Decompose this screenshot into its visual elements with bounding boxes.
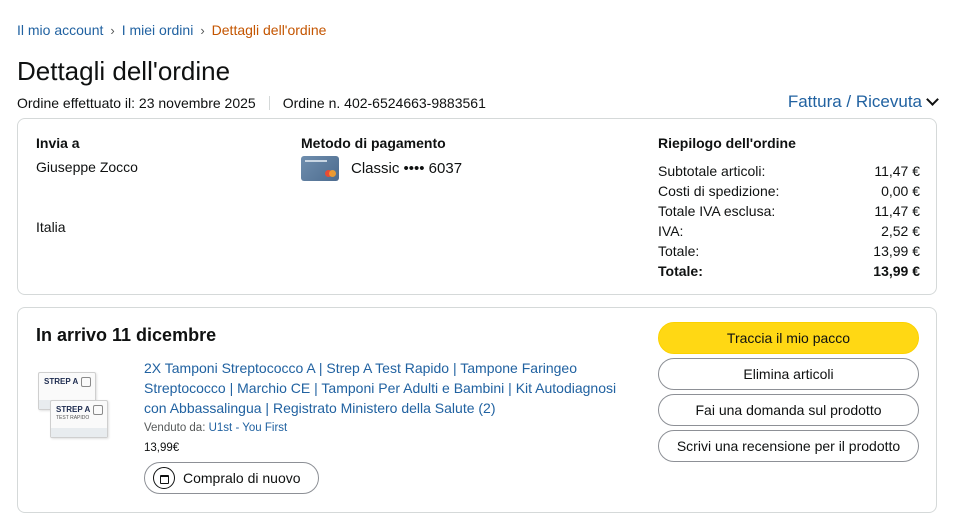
order-date: Ordine effettuato il: 23 novembre 2025 bbox=[17, 95, 256, 111]
summary-label: Totale IVA esclusa: bbox=[658, 203, 776, 219]
breadcrumb-orders-link[interactable]: I miei ordini bbox=[122, 22, 194, 38]
summary-row-subtotal: Subtotale articoli: 11,47 € bbox=[658, 163, 920, 179]
product-image[interactable]: STREP A STREP A TEST RAPIDO bbox=[38, 368, 123, 448]
brand-badge-icon bbox=[93, 405, 103, 415]
buy-again-button[interactable]: Compralo di nuovo bbox=[144, 462, 319, 494]
summary-label: Totale: bbox=[658, 243, 700, 259]
summary-label: Costi di spedizione: bbox=[658, 183, 780, 199]
summary-label: IVA: bbox=[658, 223, 684, 239]
recipient-name: Giuseppe Zocco bbox=[36, 159, 138, 175]
payment-card: Classic •••• 6037 bbox=[351, 160, 463, 177]
chevron-down-icon bbox=[926, 93, 939, 106]
credit-card-icon bbox=[301, 156, 339, 181]
track-package-button[interactable]: Traccia il mio pacco bbox=[658, 322, 919, 354]
ship-to-header: Invia a bbox=[36, 135, 80, 151]
order-details-page: Il mio account › I miei ordini › Dettagl… bbox=[0, 0, 961, 528]
delivery-title: In arrivo 11 dicembre bbox=[36, 325, 217, 345]
page-title: Dettagli dell'ordine bbox=[17, 56, 231, 86]
order-number: Ordine n. 402-6524663-9883561 bbox=[282, 95, 486, 111]
write-review-button[interactable]: Scrivi una recensione per il prodotto bbox=[658, 430, 919, 462]
recipient-country: Italia bbox=[36, 219, 66, 235]
summary-row-shipping: Costi di spedizione: 0,00 € bbox=[658, 183, 920, 199]
product-title-link[interactable]: 2X Tamponi Streptococco A | Strep A Test… bbox=[144, 358, 634, 418]
sold-by-label: Venduto da: bbox=[144, 422, 206, 434]
shipment-card: In arrivo 11 dicembre STREP A STREP A TE… bbox=[17, 307, 937, 513]
sold-by: Venduto da: U1st - You First bbox=[144, 422, 287, 434]
summary-value: 13,99 € bbox=[873, 243, 920, 259]
package-box: STREP A TEST RAPIDO bbox=[50, 400, 108, 438]
summary-value: 11,47 € bbox=[874, 163, 920, 179]
invoice-dropdown[interactable]: Fattura / Ricevuta bbox=[787, 92, 939, 112]
summary-value: 13,99 € bbox=[873, 263, 920, 279]
summary-value: 0,00 € bbox=[881, 183, 920, 199]
summary-row-vat: IVA: 2,52 € bbox=[658, 223, 920, 239]
seller-link[interactable]: U1st - You First bbox=[209, 422, 288, 434]
delete-items-button[interactable]: Elimina articoli bbox=[658, 358, 919, 390]
buy-again-label: Compralo di nuovo bbox=[183, 470, 301, 486]
ask-question-button[interactable]: Fai una domanda sul prodotto bbox=[658, 394, 919, 426]
summary-row-total: Totale: 13,99 € bbox=[658, 243, 920, 259]
breadcrumb-current: Dettagli dell'ordine bbox=[211, 22, 327, 38]
order-summary-card: Invia a Giuseppe Zocco Italia Metodo di … bbox=[17, 118, 937, 295]
package-sublabel: TEST RAPIDO bbox=[56, 415, 90, 421]
breadcrumb: Il mio account › I miei ordini › Dettagl… bbox=[17, 22, 326, 38]
summary-row-grand-total: Totale: 13,99 € bbox=[658, 263, 920, 279]
summary-value: 11,47 € bbox=[874, 203, 920, 219]
summary-value: 2,52 € bbox=[881, 223, 920, 239]
package-label: STREP A bbox=[44, 377, 79, 386]
buy-again-icon bbox=[153, 467, 175, 489]
summary-row-net: Totale IVA esclusa: 11,47 € bbox=[658, 203, 920, 219]
payment-header: Metodo di pagamento bbox=[301, 135, 446, 151]
invoice-label: Fattura / Ricevuta bbox=[787, 92, 922, 111]
breadcrumb-separator: › bbox=[200, 22, 205, 38]
summary-label: Totale: bbox=[658, 263, 703, 279]
brand-badge-icon bbox=[81, 377, 91, 387]
meta-divider bbox=[268, 96, 270, 110]
package-label: STREP A bbox=[56, 405, 91, 414]
order-meta: Ordine effettuato il: 23 novembre 2025 O… bbox=[17, 95, 486, 111]
package-band bbox=[51, 428, 107, 437]
breadcrumb-separator: › bbox=[110, 22, 115, 38]
summary-label: Subtotale articoli: bbox=[658, 163, 766, 179]
item-price: 13,99€ bbox=[144, 442, 180, 454]
summary-header: Riepilogo dell'ordine bbox=[658, 135, 796, 151]
breadcrumb-account-link[interactable]: Il mio account bbox=[17, 22, 103, 38]
